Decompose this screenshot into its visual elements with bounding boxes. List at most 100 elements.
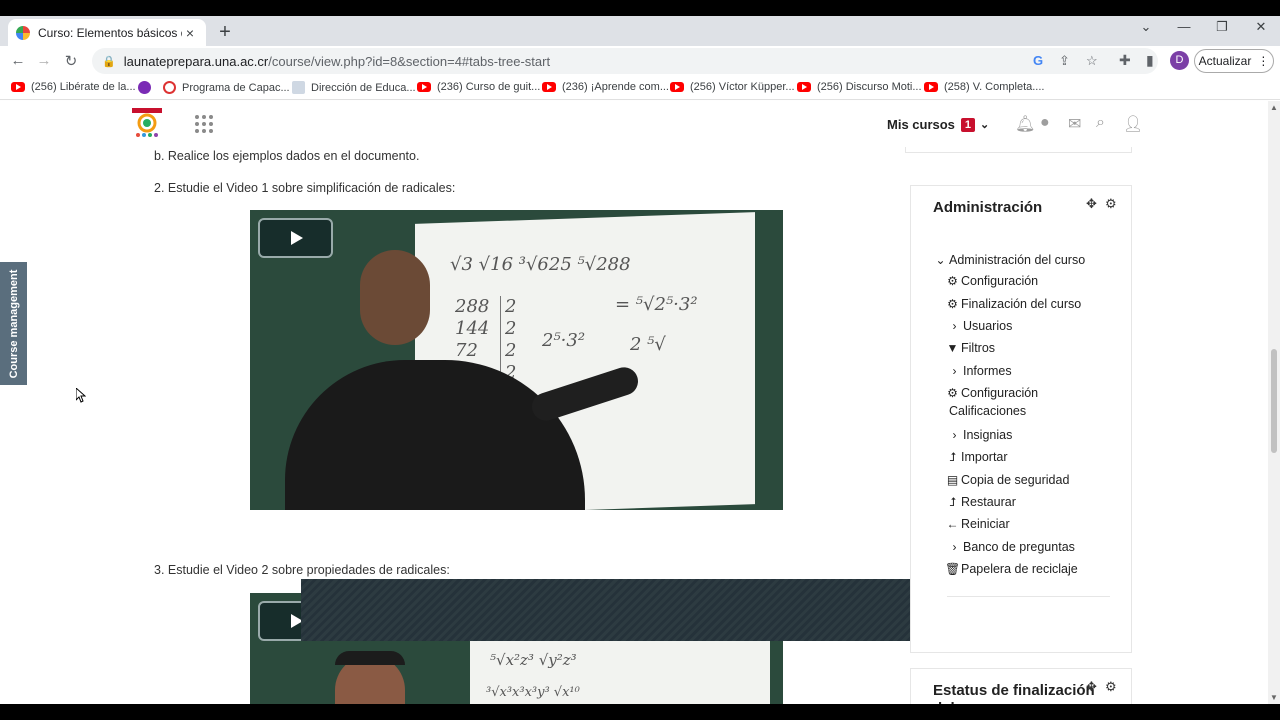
bookmark-item[interactable]: (256) Víctor Küpper... <box>670 81 795 93</box>
address-bar[interactable]: 🔒 launateprepara.una.ac.cr/course/view.p… <box>92 48 1158 74</box>
tree-item[interactable]: ⚙ Finalización del curso <box>945 297 1081 311</box>
maximize-icon[interactable]: ❐ <box>1214 19 1230 35</box>
arrow-left-icon: ← <box>946 517 959 531</box>
update-button[interactable]: Actualizar ⋮ <box>1194 49 1274 73</box>
board-text: ³√x³x³x³y³ √x¹⁰ <box>486 685 580 700</box>
page-scrollbar[interactable]: ▲ ▼ <box>1268 101 1280 704</box>
move-icon[interactable]: ✥ <box>1086 196 1097 212</box>
chat-icon[interactable]: ● <box>1040 114 1050 132</box>
youtube-icon <box>11 82 25 92</box>
administration-title: Administración <box>933 199 1043 216</box>
bookmark-item[interactable]: (256) Discurso Moti... <box>797 81 922 93</box>
site-icon <box>138 81 151 94</box>
bookmark-star-icon[interactable]: ☆ <box>1086 53 1098 69</box>
new-tab-button[interactable]: + <box>216 21 234 44</box>
board-text: √3 √16 ³√625 ⁵√288 <box>450 254 631 275</box>
scroll-up-icon[interactable]: ▲ <box>1270 103 1278 112</box>
play-button[interactable] <box>258 218 333 258</box>
tree-item[interactable]: › Usuarios <box>947 319 1013 333</box>
scrollbar-thumb[interactable] <box>1271 349 1277 453</box>
bookmark-item[interactable]: (256) Libérate de la... <box>11 81 136 93</box>
gear-icon: ⚙ <box>947 297 958 311</box>
envelope-icon[interactable]: ✉ <box>1068 114 1081 134</box>
file-icon: ▤ <box>946 473 959 487</box>
scroll-down-icon[interactable]: ▼ <box>1270 693 1278 702</box>
completion-status-block: Estatus de finalización del curso ✥ ⚙ <box>910 668 1132 704</box>
back-arrow-icon[interactable]: ← <box>9 52 27 69</box>
forward-arrow-icon[interactable]: → <box>35 52 53 69</box>
chevron-down-icon: ⌄ <box>935 253 946 267</box>
apps-grid-icon[interactable] <box>195 115 213 133</box>
move-icon[interactable]: ✥ <box>1086 679 1097 695</box>
video-player-1[interactable]: √3 √16 ³√625 ⁵√288 2881447236189 222223 … <box>250 210 783 510</box>
reload-icon[interactable]: ↻ <box>62 52 80 70</box>
url-host: launateprepara.una.ac.cr <box>123 53 269 69</box>
board-text: 2 ⁵√ <box>630 334 666 355</box>
tree-item[interactable]: ▼ Filtros <box>945 341 995 355</box>
minimize-icon[interactable]: — <box>1176 19 1192 34</box>
youtube-icon <box>670 82 684 92</box>
url-path: /course/view.php?id=8&section=4#tabs-tre… <box>268 53 551 69</box>
chevron-right-icon: › <box>952 428 957 442</box>
presenter-head <box>360 250 430 345</box>
board-text: = ⁵√2⁵·3² <box>615 294 698 315</box>
share-icon[interactable]: ⇪ <box>1059 53 1070 69</box>
tree-item[interactable]: › Banco de preguntas <box>947 540 1075 554</box>
bookmark-item[interactable]: (258) V. Completa.... <box>924 81 1044 93</box>
user-icon[interactable]: 👤︎ <box>1123 114 1143 134</box>
tree-item[interactable]: › Insignias <box>947 428 1013 442</box>
bookmark-item[interactable]: (236) Curso de guit... <box>417 81 540 93</box>
course-management-tab[interactable]: Course management <box>0 262 27 385</box>
notification-badge: 1 <box>960 117 976 132</box>
bookmark-item[interactable]: (236) ¡Aprende com... <box>542 81 669 93</box>
profile-avatar[interactable]: D <box>1170 51 1189 70</box>
site-logo[interactable] <box>130 108 164 138</box>
import-icon: ⮥ <box>948 450 957 464</box>
divider <box>947 596 1110 597</box>
bookmark-item[interactable]: Programa de Capac... <box>138 81 290 94</box>
bookmark-item[interactable]: Dirección de Educa... <box>292 81 416 94</box>
chevron-right-icon: › <box>952 540 957 554</box>
tree-item[interactable]: ← Reiniciar <box>945 517 1010 531</box>
close-window-icon[interactable]: ✕ <box>1253 19 1269 35</box>
chevron-right-icon: › <box>952 319 957 333</box>
bell-icon[interactable]: 🔔︎ <box>1015 114 1035 134</box>
site-favicon-icon <box>16 25 30 40</box>
document-icon <box>292 81 305 94</box>
trash-icon: 🗑 <box>945 562 961 576</box>
gear-icon[interactable]: ⚙ <box>1105 196 1117 212</box>
tree-root[interactable]: ⌄ Administración del curso <box>933 253 1085 267</box>
mouse-cursor-icon <box>76 388 86 403</box>
chevron-right-icon: › <box>952 364 957 378</box>
tree-item[interactable]: ⮥ Restaurar <box>945 495 1016 510</box>
tree-item[interactable]: ⚙ Configuración Calificaciones <box>945 386 1038 418</box>
gear-icon[interactable]: ⚙ <box>1105 679 1117 695</box>
youtube-icon <box>797 82 811 92</box>
presenter-hair <box>335 651 405 665</box>
previous-block-edge <box>905 147 1132 153</box>
google-translate-icon[interactable]: G <box>1033 53 1043 68</box>
browser-toolbar: ← → ↻ 🔒 launateprepara.una.ac.cr/course/… <box>0 46 1280 76</box>
browser-tab[interactable]: Curso: Elementos básicos de álgebra × <box>8 19 206 46</box>
gear-icon: ⚙ <box>947 274 958 288</box>
tree-item[interactable]: 🗑 Papelera de reciclaje <box>945 562 1078 576</box>
tree-item[interactable]: ▤ Copia de seguridad <box>945 473 1070 487</box>
extensions-icon[interactable]: ✚ <box>1119 52 1131 69</box>
video-overlay-bar <box>301 579 973 641</box>
search-icon[interactable]: ⌕ <box>1096 114 1105 132</box>
tab-search-chevron-icon[interactable]: ⌄ <box>1138 19 1154 35</box>
tree-item[interactable]: ⚙ Configuración <box>945 274 1038 288</box>
board-text: ⁵√x²z³ √y²z³ <box>490 651 577 669</box>
tree-item[interactable]: › Informes <box>947 364 1012 378</box>
instruction-step-2: 2. Estudie el Video 1 sobre simplificaci… <box>154 181 456 195</box>
my-courses-menu[interactable]: Mis cursos 1 ⌄ <box>887 117 989 132</box>
youtube-icon <box>417 82 431 92</box>
site-icon <box>163 81 176 94</box>
side-panel-icon[interactable]: ▮ <box>1146 52 1154 69</box>
main-content: b. Realice los ejemplos dados en el docu… <box>0 147 1268 704</box>
tab-strip: Curso: Elementos básicos de álgebra × + … <box>0 16 1280 46</box>
bookmarks-bar: (256) Libérate de la... Programa de Capa… <box>0 76 1280 100</box>
update-label: Actualizar <box>1198 54 1252 68</box>
tree-item[interactable]: ⮥ Importar <box>945 450 1008 465</box>
close-tab-icon[interactable]: × <box>182 25 198 41</box>
